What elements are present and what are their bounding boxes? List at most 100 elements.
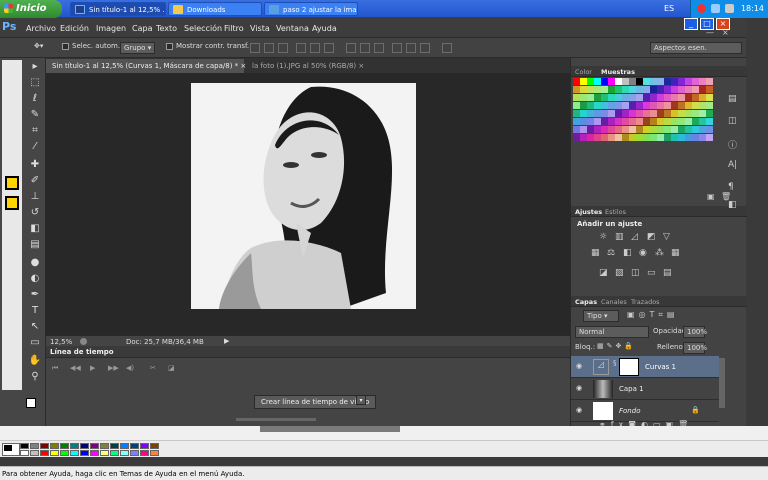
color-swatch[interactable] [629, 110, 636, 117]
color-swatch[interactable] [699, 134, 706, 141]
layer-name[interactable]: Fondo [619, 407, 640, 415]
color-swatch[interactable] [643, 118, 650, 125]
color-swatch[interactable] [643, 94, 650, 101]
color-swatch[interactable] [692, 126, 699, 133]
next-frame-icon[interactable]: ▶▶ [108, 364, 119, 372]
color-swatch[interactable] [601, 102, 608, 109]
color-swatch[interactable] [594, 102, 601, 109]
color-swatch[interactable] [671, 134, 678, 141]
palette-color[interactable] [70, 443, 79, 449]
color-swatch[interactable] [601, 110, 608, 117]
ps-minimize-icon[interactable]: — [706, 28, 714, 37]
color-swatch[interactable] [615, 102, 622, 109]
palette-color[interactable] [40, 450, 49, 456]
brush-tool-icon[interactable]: ✐ [28, 174, 42, 188]
transition-icon[interactable]: ◪ [168, 364, 175, 372]
color-swatch[interactable] [601, 78, 608, 85]
align-top-icon[interactable] [250, 43, 260, 53]
color-swatch[interactable] [622, 126, 629, 133]
color-swatch[interactable] [678, 110, 685, 117]
exposure-icon[interactable]: ◩ [647, 232, 656, 242]
color-swatch[interactable] [664, 126, 671, 133]
color-swatch[interactable] [580, 102, 587, 109]
tab-trazados[interactable]: Trazados [631, 298, 660, 306]
levels-icon[interactable]: ▥ [615, 232, 624, 242]
color-swatch[interactable] [601, 118, 608, 125]
group-select[interactable]: Grupo ▾ [120, 42, 156, 54]
color-swatch[interactable] [643, 110, 650, 117]
color-swatch[interactable] [615, 94, 622, 101]
auto-align-icon[interactable] [442, 43, 452, 53]
color-swatch[interactable] [608, 86, 615, 93]
color-swatch[interactable] [699, 126, 706, 133]
paint-scroll[interactable] [260, 426, 400, 432]
paint-tool-highlight-icon[interactable] [5, 196, 19, 210]
lasso-tool-icon[interactable]: ℓ [28, 92, 42, 106]
layer-filter-icons[interactable]: ▣◎T⌗▤ [627, 310, 679, 320]
color-swatch[interactable] [650, 102, 657, 109]
palette-color[interactable] [100, 443, 109, 449]
quick-select-tool-icon[interactable]: ✎ [28, 108, 42, 122]
blur-tool-icon[interactable]: ● [28, 256, 42, 270]
color-swatch[interactable] [580, 86, 587, 93]
color-swatch[interactable] [692, 102, 699, 109]
show-transform-checkbox[interactable]: Mostrar contr. transf. [166, 42, 249, 54]
channel-mixer-icon[interactable]: ⁂ [655, 248, 664, 258]
color-swatch[interactable] [573, 134, 580, 141]
tab-la-foto[interactable]: la foto (1).JPG al 50% (RGB/8) × [246, 59, 368, 73]
color-swatch[interactable] [664, 134, 671, 141]
color-swatch[interactable] [580, 94, 587, 101]
fill-input[interactable]: 100% [683, 342, 707, 354]
color-swatch[interactable] [650, 78, 657, 85]
history-brush-tool-icon[interactable]: ↺ [28, 206, 42, 220]
dodge-tool-icon[interactable]: ◐ [28, 272, 42, 286]
color-swatch[interactable] [643, 78, 650, 85]
color-swatch[interactable] [594, 86, 601, 93]
color-swatch[interactable] [636, 94, 643, 101]
visibility-eye-icon[interactable]: ◉ [576, 362, 582, 370]
marquee-tool-icon[interactable]: ⬚ [28, 76, 42, 90]
color-swatch[interactable] [622, 78, 629, 85]
tab-muestras[interactable]: Muestras [601, 68, 635, 76]
pen-tool-icon[interactable]: ✒ [28, 288, 42, 302]
color-swatch[interactable] [573, 94, 580, 101]
menu-texto[interactable]: Texto [156, 24, 177, 33]
distribute-bottom-icon[interactable] [374, 43, 384, 53]
layer-row-capa1[interactable]: ◉ Capa 1 [571, 378, 719, 400]
curves-icon[interactable]: ◿ [631, 232, 638, 242]
color-swatch[interactable] [678, 126, 685, 133]
menu-imagen[interactable]: Imagen [96, 24, 126, 33]
healing-brush-tool-icon[interactable]: ✚ [28, 158, 42, 172]
palette-color[interactable] [30, 443, 39, 449]
tab-capas[interactable]: Capas [575, 298, 597, 306]
palette-color[interactable] [70, 450, 79, 456]
color-swatch[interactable] [587, 126, 594, 133]
color-swatch[interactable] [685, 94, 692, 101]
taskbar-item-paint[interactable]: paso 2 ajustar la ima... [264, 2, 358, 16]
hand-tool-icon[interactable]: ✋ [28, 354, 42, 368]
zoom-level[interactable]: 12,5% [50, 338, 72, 346]
menu-archivo[interactable]: Archivo [26, 24, 56, 33]
palette-color[interactable] [90, 443, 99, 449]
palette-color[interactable] [110, 450, 119, 456]
color-swatch[interactable] [587, 118, 594, 125]
color-swatch[interactable] [622, 102, 629, 109]
black-white-icon[interactable]: ◧ [623, 248, 632, 258]
color-swatch[interactable] [636, 110, 643, 117]
color-swatch[interactable] [685, 118, 692, 125]
color-swatch[interactable] [657, 126, 664, 133]
color-swatch[interactable] [615, 126, 622, 133]
color-swatch[interactable] [699, 110, 706, 117]
palette-color[interactable] [110, 443, 119, 449]
gradient-tool-icon[interactable]: ▤ [28, 238, 42, 252]
color-swatch[interactable] [580, 110, 587, 117]
color-swatch[interactable] [657, 86, 664, 93]
layer-row-curvas[interactable]: ◉ ◿ § Curvas 1 [571, 356, 719, 378]
invert-icon[interactable]: ◪ [599, 268, 608, 278]
color-swatch[interactable] [636, 126, 643, 133]
color-swatch[interactable] [636, 78, 643, 85]
color-swatch[interactable] [587, 78, 594, 85]
color-swatch[interactable] [664, 118, 671, 125]
color-swatch[interactable] [650, 94, 657, 101]
color-swatch[interactable] [608, 94, 615, 101]
